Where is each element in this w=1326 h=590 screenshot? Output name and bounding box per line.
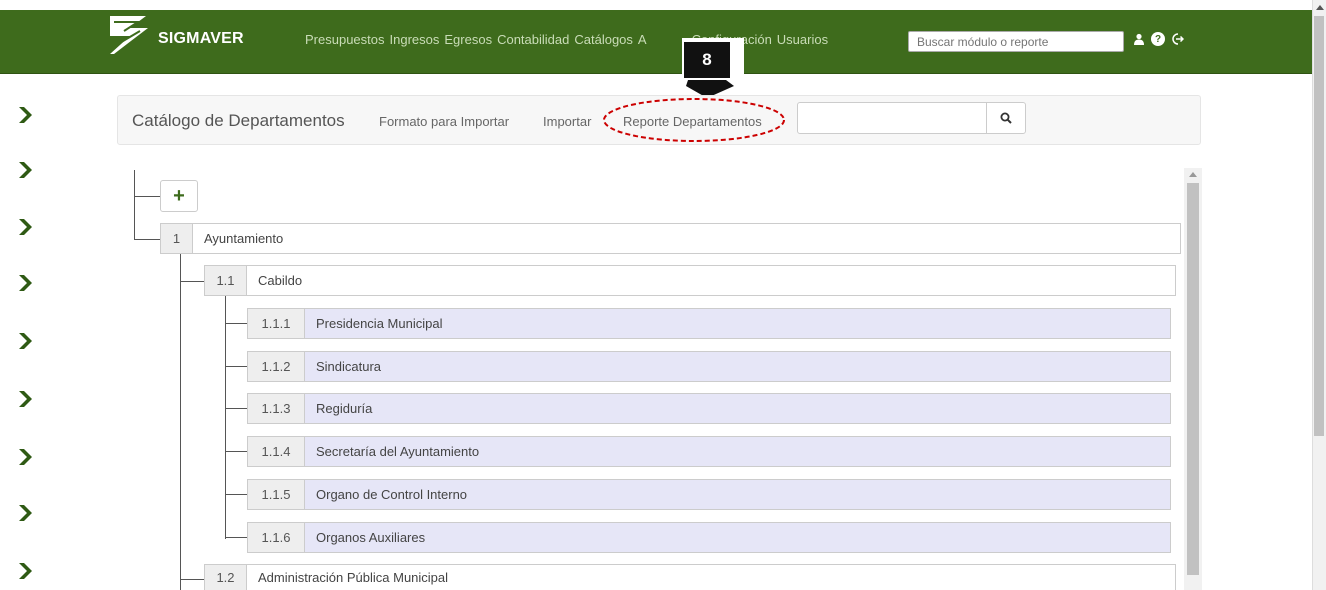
sidebar-expand-arrow-icon[interactable] — [14, 104, 36, 126]
tree-node-leaf[interactable]: 1.1.6 Organos Auxiliares — [247, 522, 1171, 553]
search-icon — [1000, 112, 1012, 124]
tree-connector — [180, 281, 204, 282]
sidebar-expand-arrow-icon[interactable] — [14, 272, 36, 294]
help-icon[interactable]: ? — [1151, 32, 1165, 46]
tree-node-leaf[interactable]: 1.1.2 Sindicatura — [247, 351, 1171, 382]
catalog-search-button[interactable] — [986, 102, 1026, 134]
node-label: Cabildo — [258, 273, 303, 288]
node-label: Organo de Control Interno — [316, 487, 468, 502]
menu-item-usuarios[interactable]: Usuarios — [777, 32, 828, 47]
top-strip — [0, 0, 1326, 10]
node-label: Ayuntamiento — [204, 231, 284, 246]
add-department-button[interactable]: + — [160, 180, 198, 212]
node-label: Administración Pública Municipal — [258, 570, 449, 585]
tree-connector — [180, 254, 181, 590]
tree-connector — [225, 451, 247, 452]
menu-item-ingresos[interactable]: Ingresos — [390, 32, 440, 47]
sidebar-expand-arrow-icon[interactable] — [14, 446, 36, 468]
menu-item-catalogos[interactable]: Catálogos — [574, 32, 633, 47]
plus-icon: + — [173, 184, 185, 207]
step-number-badge: 8 — [702, 50, 712, 69]
node-number: 1.1.6 — [248, 523, 305, 552]
node-label: Sindicatura — [316, 359, 382, 374]
scroll-up-icon[interactable] — [1316, 4, 1324, 10]
tree-connector — [134, 170, 135, 240]
sidebar-expand-arrow-icon[interactable] — [14, 216, 36, 238]
node-label: Regiduría — [316, 401, 373, 416]
node-number: 1.2 — [205, 565, 247, 590]
scroll-up-icon[interactable] — [1189, 171, 1197, 177]
tree-node-leaf[interactable]: 1.1.3 Regiduría — [247, 393, 1171, 424]
node-number: 1.1.2 — [248, 352, 305, 381]
sidebar-expand-arrow-icon[interactable] — [14, 560, 36, 582]
node-number: 1 — [161, 224, 193, 253]
import-link[interactable]: Importar — [543, 114, 591, 129]
node-number: 1.1.1 — [248, 309, 305, 338]
tree-connector — [225, 366, 247, 367]
menu-item-hidden[interactable]: A — [638, 32, 647, 47]
sidebar-expand-arrow-icon[interactable] — [14, 502, 36, 524]
node-number: 1.1.3 — [248, 394, 305, 423]
sidebar-expand-arrow-icon[interactable] — [14, 330, 36, 352]
tree-connector — [134, 239, 160, 240]
node-label: Organos Auxiliares — [316, 530, 426, 545]
menu-item-contabilidad[interactable]: Contabilidad — [497, 32, 569, 47]
tree-node-level2[interactable]: 1.1 Cabildo — [204, 265, 1176, 296]
tree-connector — [134, 196, 160, 197]
tree-node-leaf[interactable]: 1.1.1 Presidencia Municipal — [247, 308, 1171, 339]
menu-item-presupuestos[interactable]: Presupuestos — [305, 32, 385, 47]
tree-connector — [225, 494, 247, 495]
tree-connector — [225, 296, 226, 539]
page-title: Catálogo de Departamentos — [132, 111, 345, 130]
tree-node-leaf[interactable]: 1.1.5 Organo de Control Interno — [247, 479, 1171, 510]
tree-node-level2[interactable]: 1.2 Administración Pública Municipal — [204, 564, 1176, 590]
top-navbar: SIGMAVER Presupuestos Ingresos Egresos C… — [0, 10, 1312, 74]
node-number: 1.1.4 — [248, 437, 305, 466]
logout-icon[interactable] — [1170, 32, 1184, 46]
tree-node-leaf[interactable]: 1.1.4 Secretaría del Ayuntamiento — [247, 436, 1171, 467]
sidebar-expand-arrow-icon[interactable] — [14, 159, 36, 181]
node-label: Secretaría del Ayuntamiento — [316, 444, 480, 459]
tree-node-level1[interactable]: 1 Ayuntamiento — [160, 223, 1181, 254]
main-menu: Presupuestos Ingresos Egresos Contabilid… — [305, 32, 828, 47]
navbar-icons: ? — [1132, 32, 1184, 46]
page-scrollbar-thumb[interactable] — [1314, 16, 1324, 436]
tree-connector — [225, 323, 247, 324]
sidebar-expand-arrow-icon[interactable] — [14, 388, 36, 410]
tree-scrollbar-thumb[interactable] — [1187, 183, 1199, 575]
node-number: 1.1 — [205, 266, 247, 295]
catalog-search-input[interactable] — [797, 102, 987, 134]
tree-connector — [225, 537, 247, 538]
tree-connector — [180, 579, 204, 580]
format-import-link[interactable]: Formato para Importar — [379, 114, 509, 129]
node-number: 1.1.5 — [248, 480, 305, 509]
menu-item-egresos[interactable]: Egresos — [444, 32, 492, 47]
module-search-input[interactable] — [908, 31, 1124, 52]
tree-connector — [225, 408, 247, 409]
node-label: Presidencia Municipal — [316, 316, 443, 331]
highlight-ellipse — [603, 98, 785, 142]
sigmaver-logo-icon[interactable] — [108, 14, 152, 56]
app-brand[interactable]: SIGMAVER — [158, 30, 244, 48]
user-icon[interactable] — [1132, 32, 1146, 46]
